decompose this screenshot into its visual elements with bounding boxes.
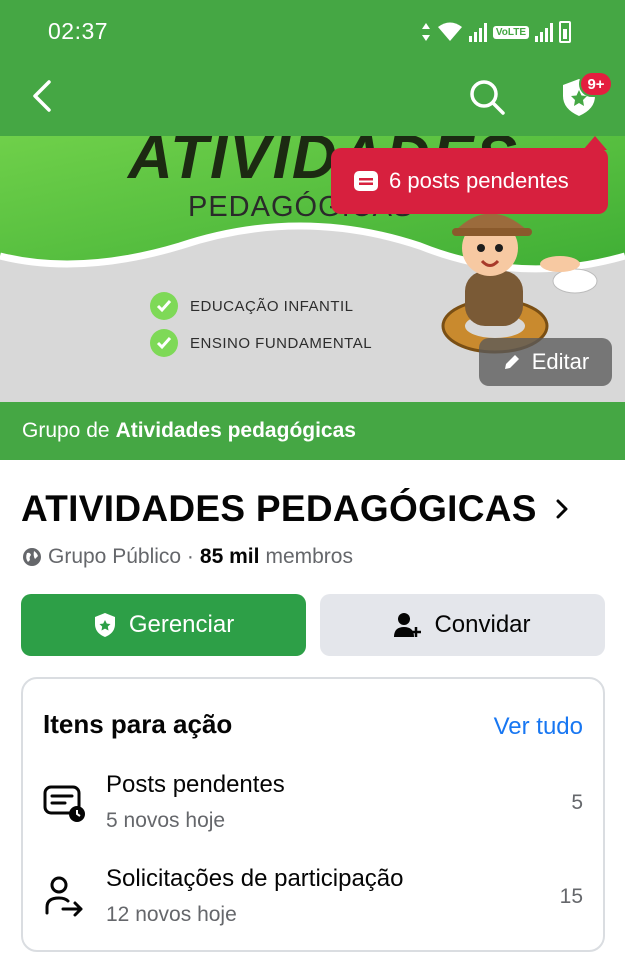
- cover-check-item: EDUCAÇÃO INFANTIL: [150, 292, 354, 320]
- check-circle-icon: [150, 292, 178, 320]
- group-strip-prefix: Grupo de: [22, 419, 110, 442]
- invite-button[interactable]: Convidar: [320, 594, 605, 656]
- tooltip-text: 6 posts pendentes: [389, 168, 569, 193]
- item-count: 5: [571, 791, 583, 814]
- manage-button[interactable]: Gerenciar: [21, 594, 306, 656]
- item-subtitle: 5 novos hoje: [106, 809, 226, 832]
- member-label: membros: [265, 545, 353, 568]
- add-person-icon: [394, 613, 422, 637]
- globe-icon: [23, 548, 41, 566]
- signal-icon: [468, 22, 487, 42]
- action-card-title: Itens para ação: [43, 709, 233, 739]
- action-items-card: Itens para ação Ver tudo Posts pendentes…: [21, 677, 605, 952]
- pending-posts-item[interactable]: Posts pendentes 5 novos hoje 5: [23, 763, 603, 843]
- volte-icon: VoLTE: [492, 25, 529, 39]
- pending-posts-icon: [43, 785, 85, 822]
- pencil-icon: [504, 355, 519, 369]
- edit-cover-button[interactable]: Editar: [479, 338, 612, 386]
- see-all-link[interactable]: Ver tudo: [494, 713, 583, 741]
- group-title-text: ATIVIDADES PEDAGÓGICAS: [21, 488, 537, 529]
- member-request-icon: [45, 876, 83, 917]
- chevron-right-icon: [556, 499, 568, 519]
- invite-label: Convidar: [434, 611, 531, 638]
- notification-badge: 9+: [579, 71, 613, 97]
- cover-check-item: ENSINO FUNDAMENTAL: [150, 329, 372, 357]
- data-arrows-icon: [421, 23, 430, 41]
- manage-label: Gerenciar: [128, 611, 235, 638]
- group-privacy: Grupo Público ·: [48, 545, 194, 568]
- member-requests-item[interactable]: Solicitações de participação 12 novos ho…: [23, 857, 603, 937]
- group-page: 02:37 VoLTE 9+ ATIVIDADES PEDAGÓGICAS ED…: [0, 0, 625, 956]
- signal-icon: [535, 22, 553, 42]
- wifi-icon: [437, 22, 462, 41]
- group-title[interactable]: ATIVIDADES PEDAGÓGICAS: [21, 488, 569, 530]
- status-time: 02:37: [48, 18, 109, 44]
- group-strip[interactable]: Grupo de Atividades pedagógicas: [0, 402, 625, 460]
- member-count: 85 mil: [199, 545, 260, 568]
- item-title: Posts pendentes: [106, 771, 285, 798]
- shield-star-icon: [94, 613, 115, 637]
- back-arrow-icon: [33, 80, 51, 112]
- item-title: Solicitações de participação: [106, 865, 404, 892]
- back-button[interactable]: [22, 74, 62, 118]
- search-icon: [470, 80, 505, 115]
- group-strip-name: Atividades pedagógicas: [115, 419, 356, 442]
- battery-icon: [559, 21, 571, 43]
- item-count: 15: [559, 885, 583, 908]
- search-button[interactable]: [466, 76, 508, 118]
- check-circle-icon: [150, 329, 178, 357]
- group-meta: Grupo Público · 85 mil membros: [22, 545, 353, 569]
- cover-check-label: ENSINO FUNDAMENTAL: [190, 334, 373, 352]
- post-card-icon: [354, 171, 378, 191]
- pending-posts-tooltip[interactable]: 6 posts pendentes: [331, 148, 608, 214]
- status-icons: VoLTE: [421, 20, 571, 44]
- cover-check-label: EDUCAÇÃO INFANTIL: [190, 297, 354, 315]
- item-subtitle: 12 novos hoje: [106, 903, 237, 926]
- edit-cover-label: Editar: [531, 349, 590, 374]
- top-bar: 02:37 VoLTE 9+: [0, 0, 625, 136]
